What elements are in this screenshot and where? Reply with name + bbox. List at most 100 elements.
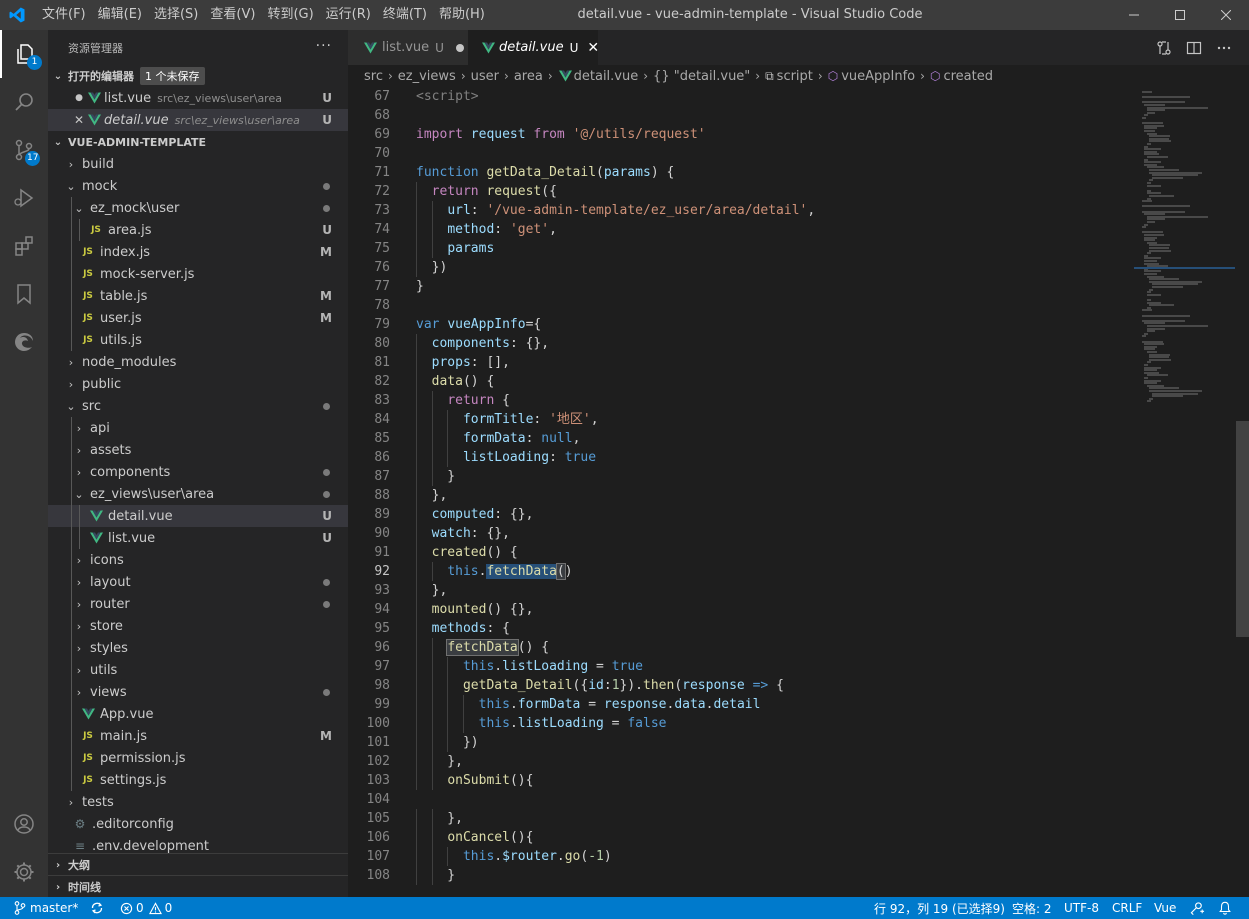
file-item[interactable]: JS table.js M: [48, 285, 348, 307]
tab-detail-vue[interactable]: detail.vue U ✕: [468, 30, 599, 65]
explorer-activity[interactable]: 1: [0, 30, 48, 78]
file-item[interactable]: ⚙ .editorconfig: [48, 813, 348, 835]
code-line[interactable]: 70: [348, 144, 1134, 163]
code-line[interactable]: 78: [348, 296, 1134, 315]
cursor-position[interactable]: 行 92，列 19 (已选择9): [874, 897, 1005, 919]
code-line[interactable]: 106 onCancel(){: [348, 828, 1134, 847]
file-item[interactable]: JS index.js M: [48, 241, 348, 263]
open-changes-button[interactable]: [1149, 30, 1179, 65]
folder-item[interactable]: › utils: [48, 659, 348, 681]
indentation-status[interactable]: 空格: 2: [1012, 897, 1052, 919]
folder-item[interactable]: ⌄ ez_views\user\area: [48, 483, 348, 505]
code-line[interactable]: 84 formTitle: '地区',: [348, 410, 1134, 429]
minimize-button[interactable]: [1111, 0, 1157, 30]
encoding-status[interactable]: UTF-8: [1064, 897, 1099, 919]
code-line[interactable]: 91 created() {: [348, 543, 1134, 562]
code-line[interactable]: 75 params: [348, 239, 1134, 258]
file-item[interactable]: list.vue U: [48, 527, 348, 549]
file-item[interactable]: detail.vue U: [48, 505, 348, 527]
code-line[interactable]: 72 return request({: [348, 182, 1134, 201]
code-line[interactable]: 69 import request from '@/utils/request': [348, 125, 1134, 144]
menu-item[interactable]: 转到(G): [261, 0, 319, 30]
timeline-section[interactable]: › 时间线: [48, 875, 348, 897]
maximize-button[interactable]: [1157, 0, 1203, 30]
menu-item[interactable]: 运行(R): [320, 0, 377, 30]
folder-item[interactable]: › public: [48, 373, 348, 395]
file-item[interactable]: JS permission.js: [48, 747, 348, 769]
code-line[interactable]: 100 this.listLoading = false: [348, 714, 1134, 733]
minimap[interactable]: [1134, 87, 1235, 897]
code-line[interactable]: 92 this.fetchData(): [348, 562, 1134, 581]
breadcrumb-item[interactable]: ⬡ created: [930, 69, 993, 84]
split-editor-button[interactable]: [1179, 30, 1209, 65]
branch-status[interactable]: master*: [14, 897, 78, 919]
code-line[interactable]: 94 mounted() {},: [348, 600, 1134, 619]
code-line[interactable]: 103 onSubmit(){: [348, 771, 1134, 790]
breadcrumb-item[interactable]: ⧉ script: [765, 69, 813, 84]
folder-item[interactable]: › node_modules: [48, 351, 348, 373]
folder-item[interactable]: › assets: [48, 439, 348, 461]
code-line[interactable]: 71 function getData_Detail(params) {: [348, 163, 1134, 182]
folder-item[interactable]: › layout: [48, 571, 348, 593]
code-line[interactable]: 74 method: 'get',: [348, 220, 1134, 239]
file-item[interactable]: JS mock-server.js: [48, 263, 348, 285]
code-line[interactable]: 105 },: [348, 809, 1134, 828]
outline-section[interactable]: › 大纲: [48, 853, 348, 876]
code-line[interactable]: 89 computed: {},: [348, 505, 1134, 524]
close-editor-icon[interactable]: ✕: [72, 113, 86, 127]
file-item[interactable]: JS main.js M: [48, 725, 348, 747]
scrollbar-thumb[interactable]: [1236, 421, 1249, 637]
menu-item[interactable]: 文件(F): [36, 0, 92, 30]
code-line[interactable]: 102 },: [348, 752, 1134, 771]
search-activity[interactable]: [0, 78, 48, 126]
code-line[interactable]: 87 }: [348, 467, 1134, 486]
code-editor[interactable]: 67 <script> 68 69 import request from '@/uti…: [348, 87, 1249, 897]
code-line[interactable]: 79 var vueAppInfo={: [348, 315, 1134, 334]
code-line[interactable]: 81 props: [],: [348, 353, 1134, 372]
folder-item[interactable]: › icons: [48, 549, 348, 571]
breadcrumb-item[interactable]: user: [471, 69, 499, 84]
file-item[interactable]: JS area.js U: [48, 219, 348, 241]
code-line[interactable]: 90 watch: {},: [348, 524, 1134, 543]
open-editor-item[interactable]: ● list.vue src\ez_views\user\area U: [48, 87, 348, 109]
code-line[interactable]: 82 data() {: [348, 372, 1134, 391]
file-item[interactable]: JS settings.js: [48, 769, 348, 791]
file-item[interactable]: JS user.js M: [48, 307, 348, 329]
bookmarks-activity[interactable]: [0, 270, 48, 318]
code-line[interactable]: 104: [348, 790, 1134, 809]
breadcrumb-item[interactable]: {} "detail.vue": [653, 69, 750, 84]
unsaved-dot-icon[interactable]: [455, 43, 464, 52]
feedback-button[interactable]: [1190, 897, 1205, 919]
code-line[interactable]: 107 this.$router.go(-1): [348, 847, 1134, 866]
code-line[interactable]: 96 fetchData() {: [348, 638, 1134, 657]
code-line[interactable]: 99 this.formData = response.data.detail: [348, 695, 1134, 714]
menu-item[interactable]: 终端(T): [377, 0, 433, 30]
breadcrumb-item[interactable]: detail.vue: [558, 68, 638, 84]
code-line[interactable]: 95 methods: {: [348, 619, 1134, 638]
vertical-scrollbar[interactable]: [1235, 87, 1249, 897]
folder-item[interactable]: › views: [48, 681, 348, 703]
menu-item[interactable]: 选择(S): [148, 0, 204, 30]
code-line[interactable]: 108 }: [348, 866, 1134, 885]
folder-item[interactable]: ⌄ ez_mock\user: [48, 197, 348, 219]
code-line[interactable]: 76 }): [348, 258, 1134, 277]
language-status[interactable]: Vue: [1154, 897, 1176, 919]
more-actions-icon[interactable]: ···: [316, 38, 332, 54]
extensions-activity[interactable]: [0, 222, 48, 270]
folder-item[interactable]: › api: [48, 417, 348, 439]
notifications-button[interactable]: [1218, 897, 1232, 919]
unsaved-dot-icon[interactable]: ●: [72, 93, 86, 103]
file-item[interactable]: App.vue: [48, 703, 348, 725]
code-line[interactable]: 83 return {: [348, 391, 1134, 410]
code-line[interactable]: 98 getData_Detail({id:1}).then(response …: [348, 676, 1134, 695]
folder-item[interactable]: ⌄ src: [48, 395, 348, 417]
file-item[interactable]: JS utils.js: [48, 329, 348, 351]
close-window-button[interactable]: [1203, 0, 1249, 30]
sync-button[interactable]: [90, 897, 104, 919]
menu-item[interactable]: 编辑(E): [92, 0, 148, 30]
problems-status[interactable]: 0 0: [120, 897, 172, 919]
code-line[interactable]: 77}: [348, 277, 1134, 296]
menu-item[interactable]: 查看(V): [204, 0, 261, 30]
code-line[interactable]: 97 this.listLoading = true: [348, 657, 1134, 676]
editor-more-button[interactable]: [1209, 30, 1239, 65]
